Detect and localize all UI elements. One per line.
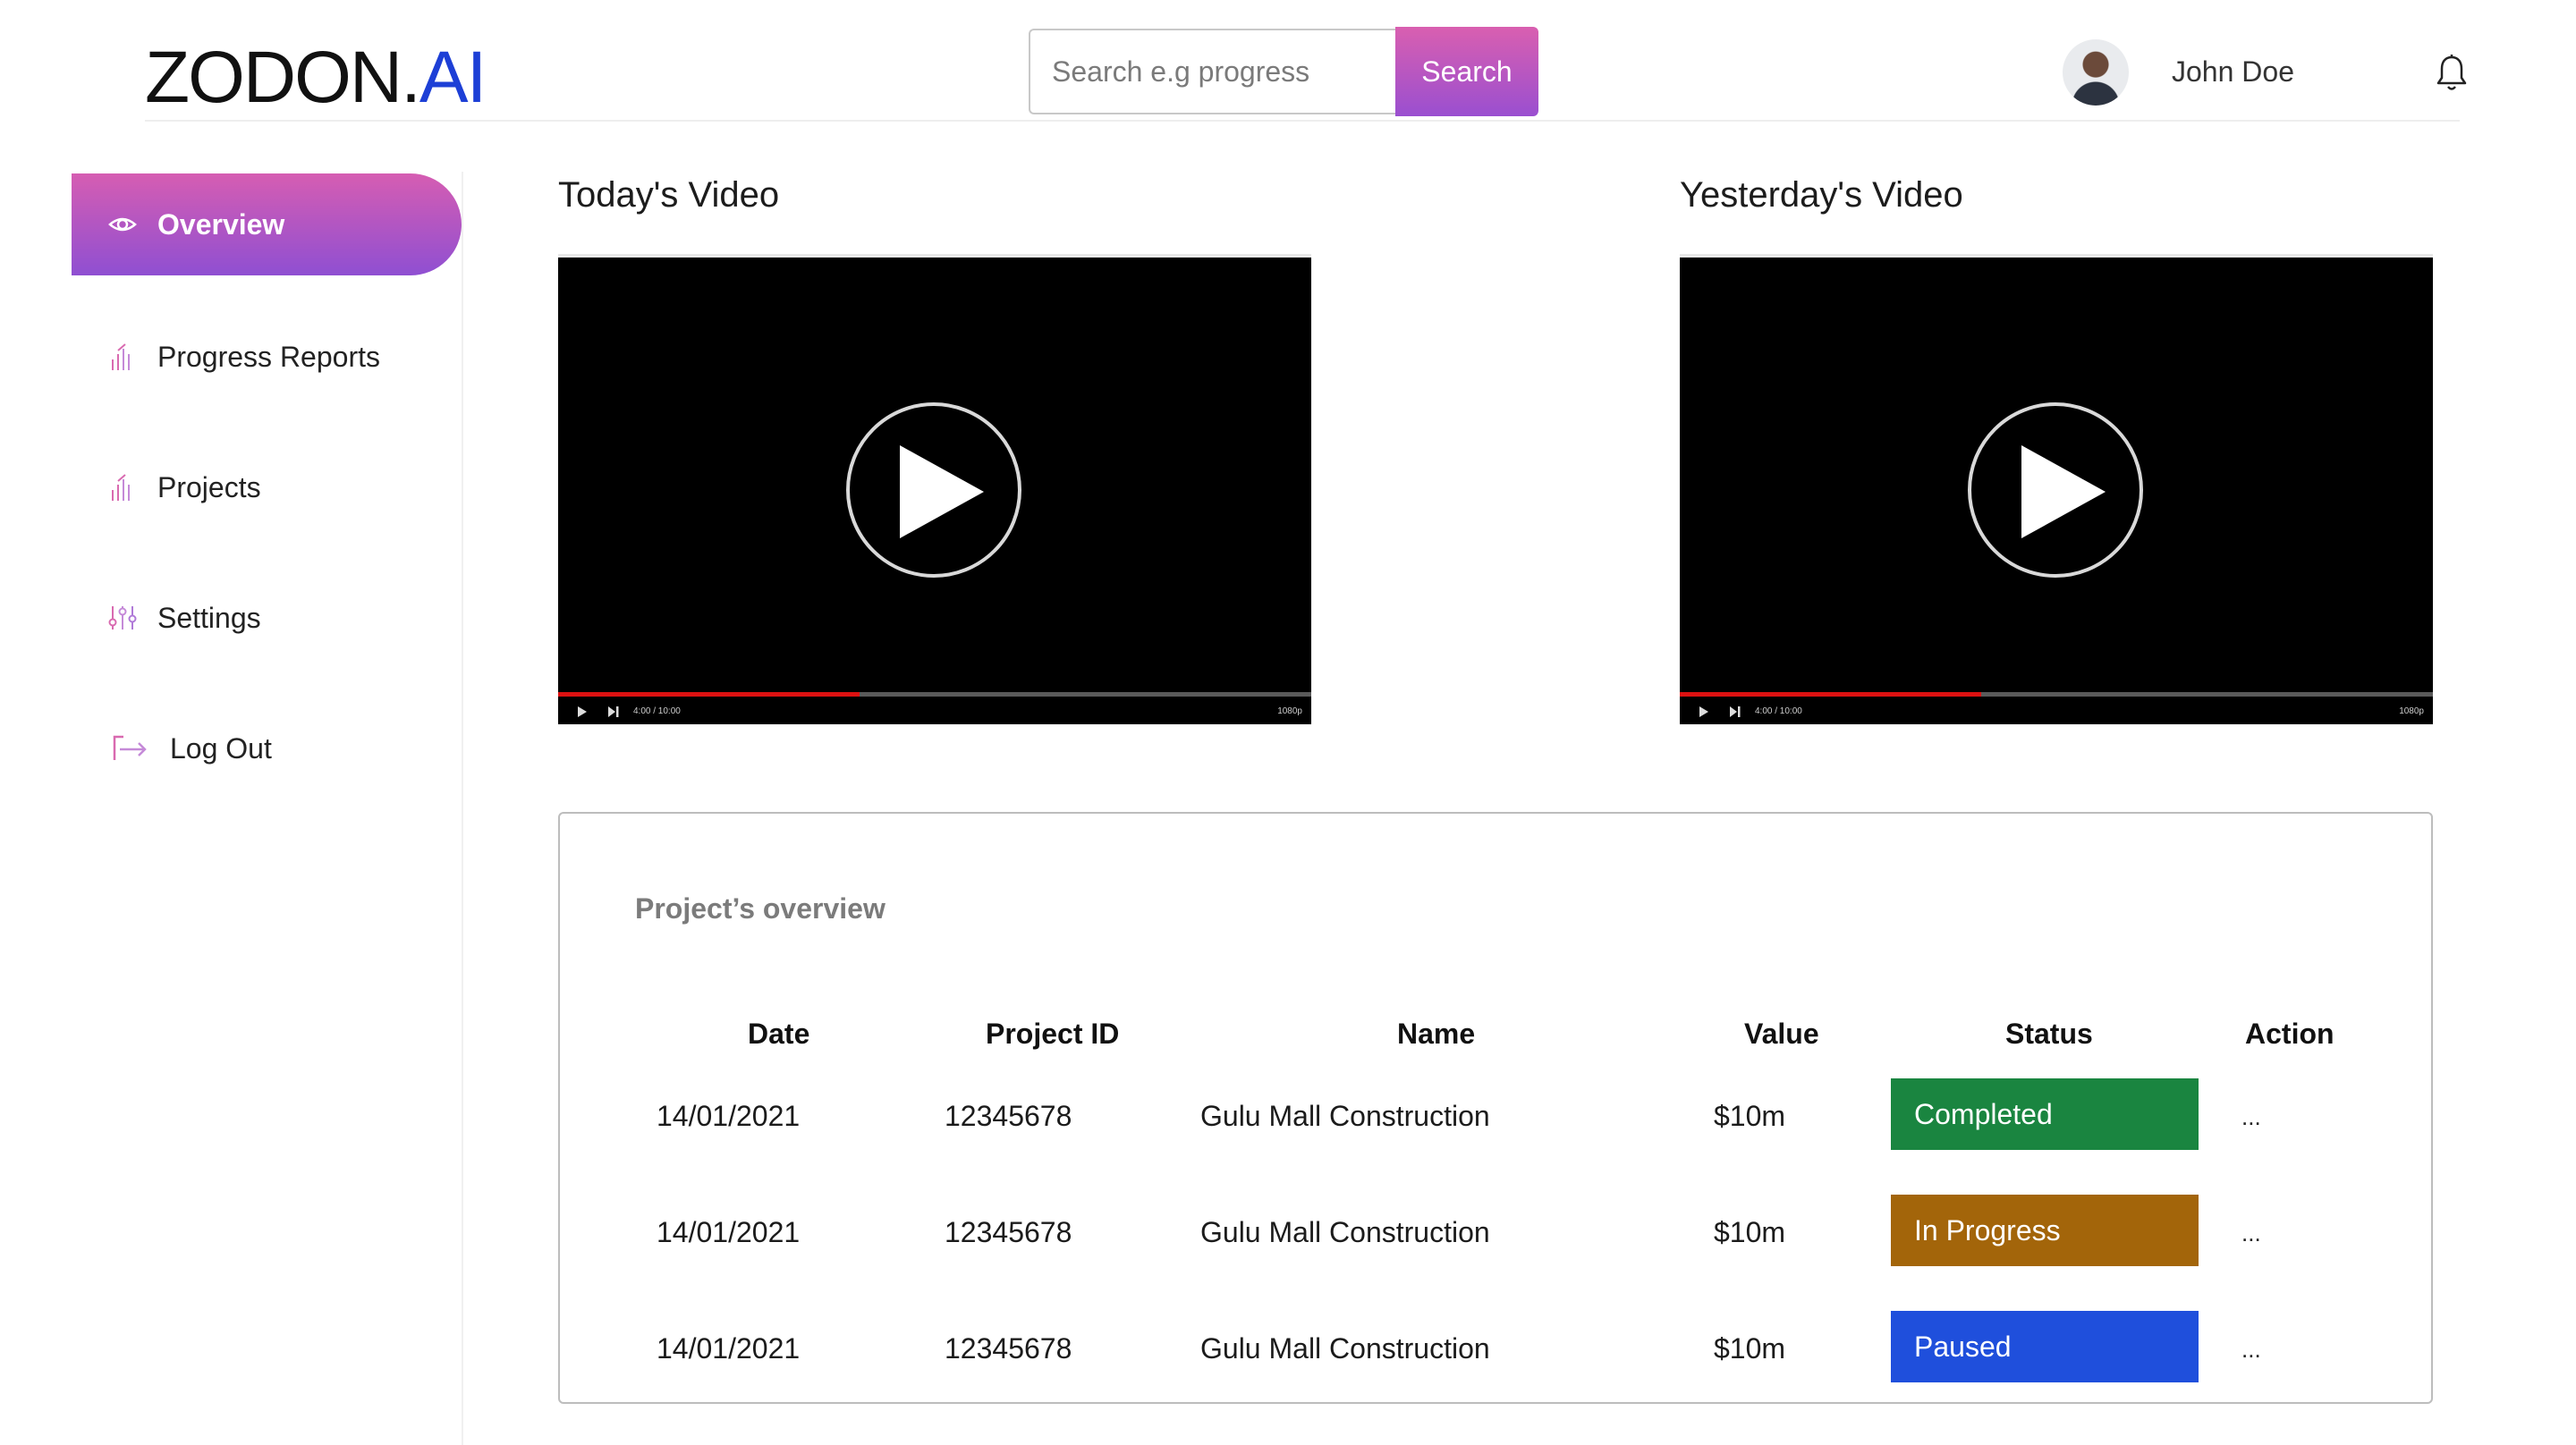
video-progress-fill — [558, 692, 860, 697]
row-action-menu[interactable]: ... — [2241, 1336, 2261, 1364]
sidebar-item-label: Projects — [157, 470, 261, 503]
column-header-status: Status — [2005, 1018, 2093, 1050]
cell-name: Gulu Mall Construction — [1200, 1100, 1490, 1132]
sidebar-item-label: Progress Reports — [157, 340, 380, 373]
header-divider — [145, 120, 2460, 122]
video-player-today[interactable]: 4:00 / 10:00 1080p — [558, 254, 1311, 724]
column-header-action: Action — [2245, 1018, 2334, 1050]
logo[interactable]: ZODON.AI — [145, 37, 487, 118]
video-quality[interactable]: 1080p — [2399, 703, 2424, 719]
sidebar-item-log-out[interactable]: Log Out — [72, 697, 462, 799]
column-header-value: Value — [1744, 1018, 1819, 1050]
cell-date: 14/01/2021 — [657, 1216, 801, 1248]
column-header-date: Date — [748, 1018, 810, 1050]
bar-chart-icon — [112, 474, 130, 501]
cell-value: $10m — [1714, 1216, 1786, 1248]
user-avatar[interactable] — [2063, 39, 2129, 106]
bar-chart-icon — [112, 343, 130, 370]
status-badge: Paused — [1891, 1311, 2199, 1382]
row-action-menu[interactable]: ... — [2241, 1103, 2261, 1131]
cell-date: 14/01/2021 — [657, 1100, 801, 1132]
sidebar-item-progress-reports[interactable]: Progress Reports — [72, 306, 462, 408]
logo-ai: AI — [419, 37, 487, 118]
search-button[interactable]: Search — [1395, 27, 1538, 116]
cell-project-id: 12345678 — [945, 1216, 1072, 1248]
column-header-project-id: Project ID — [986, 1018, 1120, 1050]
sidebar-item-projects[interactable]: Projects — [72, 436, 462, 538]
sidebar-item-label: Log Out — [170, 731, 272, 765]
video-quality[interactable]: 1080p — [1277, 703, 1302, 719]
bell-icon[interactable] — [2435, 54, 2469, 93]
cell-date: 14/01/2021 — [657, 1332, 801, 1365]
cell-project-id: 12345678 — [945, 1332, 1072, 1365]
cell-name: Gulu Mall Construction — [1200, 1332, 1490, 1365]
sidebar-item-label: Settings — [157, 601, 261, 634]
row-action-menu[interactable]: ... — [2241, 1220, 2261, 1247]
control-next-icon[interactable] — [608, 706, 619, 717]
video-time: 4:00 / 10:00 — [1755, 706, 1802, 716]
control-play-icon[interactable] — [578, 706, 587, 717]
logo-brand: ZODON — [145, 37, 402, 118]
control-play-icon[interactable] — [1699, 706, 1708, 717]
status-badge: Completed — [1891, 1078, 2199, 1150]
video-player-yesterday[interactable]: 4:00 / 10:00 1080p — [1680, 254, 2433, 724]
status-badge: In Progress — [1891, 1195, 2199, 1266]
cell-value: $10m — [1714, 1100, 1786, 1132]
play-icon[interactable] — [2021, 445, 2106, 538]
video-progress-fill — [1680, 692, 1981, 697]
column-header-name: Name — [1397, 1018, 1476, 1050]
control-next-icon[interactable] — [1730, 706, 1741, 717]
search-bar: Search — [1029, 27, 1538, 118]
cell-project-id: 12345678 — [945, 1100, 1072, 1132]
search-input[interactable] — [1029, 29, 1395, 114]
projects-overview-card: Project’s overview Date Project ID Name … — [558, 812, 2433, 1404]
sidebar-item-label: Overview — [157, 207, 285, 241]
logout-arrow-icon — [113, 735, 147, 760]
sliders-icon — [108, 606, 137, 630]
user-name[interactable]: John Doe — [2172, 55, 2294, 89]
video-title-yesterday: Yesterday's Video — [1680, 175, 1963, 215]
play-icon[interactable] — [900, 445, 984, 538]
sidebar-item-overview[interactable]: Overview — [72, 173, 462, 275]
sidebar-divider — [462, 172, 463, 1445]
card-title: Project’s overview — [635, 892, 886, 925]
eye-icon — [108, 217, 137, 232]
sidebar-item-settings[interactable]: Settings — [72, 567, 462, 669]
video-title-today: Today's Video — [558, 175, 780, 215]
logo-dot: . — [401, 37, 421, 118]
cell-name: Gulu Mall Construction — [1200, 1216, 1490, 1248]
cell-value: $10m — [1714, 1332, 1786, 1365]
video-time: 4:00 / 10:00 — [633, 706, 681, 716]
